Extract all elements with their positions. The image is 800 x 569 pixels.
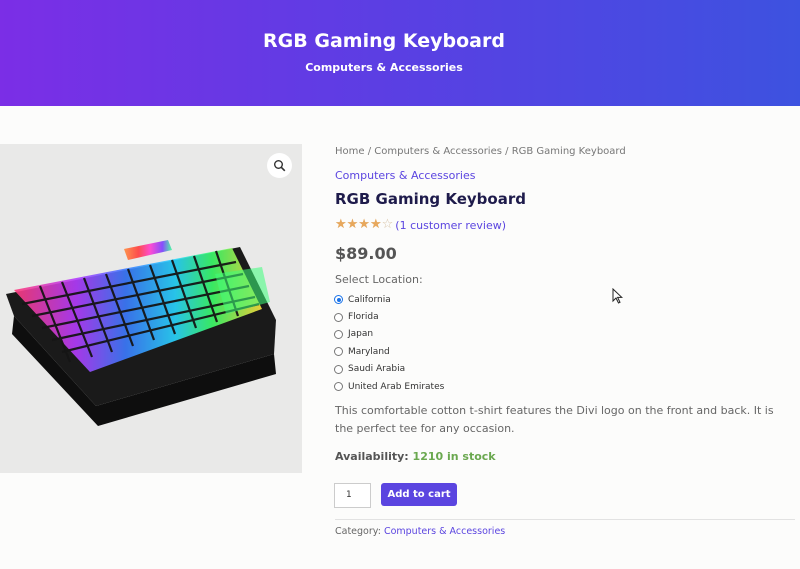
category-label: Category:	[335, 526, 381, 537]
breadcrumb-category[interactable]: Computers & Accessories	[374, 146, 502, 157]
location-option-label: Japan	[348, 329, 374, 340]
location-option-label: Maryland	[348, 346, 390, 357]
location-radio-group: California Florida Japan Maryland Saudi Arab…	[334, 291, 444, 395]
location-radio[interactable]	[334, 312, 343, 322]
page-hero: RGB Gaming Keyboard Computers & Accessor…	[0, 0, 800, 106]
location-option[interactable]: Florida	[334, 308, 444, 325]
product-image[interactable]	[0, 144, 302, 473]
location-option-label: California	[348, 294, 391, 305]
hero-subtitle: Computers & Accessories	[305, 61, 463, 74]
location-option[interactable]: United Arab Emirates	[334, 378, 444, 395]
quantity-input[interactable]: 1	[334, 483, 371, 508]
location-option[interactable]: Saudi Arabia	[334, 361, 444, 378]
product-description: This comfortable cotton t-shirt features…	[335, 404, 774, 435]
star-fill: ★★★★★	[335, 218, 382, 232]
stock-status: 1210 in stock	[412, 450, 496, 463]
location-option-label: Saudi Arabia	[348, 364, 406, 375]
add-to-cart-button[interactable]: Add to cart	[381, 483, 457, 506]
category-value-link[interactable]: Computers & Accessories	[384, 526, 505, 537]
availability: Availability: 1210 in stock	[335, 450, 496, 463]
location-radio[interactable]	[334, 329, 343, 339]
breadcrumb: Home / Computers & Accessories / RGB Gam…	[335, 146, 626, 157]
zoom-button[interactable]	[267, 153, 292, 178]
product-price: $89.00	[335, 244, 397, 263]
product-meta-category: Category: Computers & Accessories	[335, 526, 505, 537]
location-option-label: Florida	[348, 312, 379, 323]
hero-title: RGB Gaming Keyboard	[263, 30, 505, 52]
keyboard-image	[6, 240, 276, 426]
location-option[interactable]: California	[334, 291, 444, 308]
product-rating: ☆☆☆☆☆ ★★★★★ (1 customer review)	[335, 218, 506, 232]
location-radio[interactable]	[334, 295, 343, 305]
location-radio[interactable]	[334, 364, 343, 374]
breadcrumb-separator: /	[364, 146, 375, 157]
breadcrumb-current: RGB Gaming Keyboard	[511, 146, 626, 157]
location-radio[interactable]	[334, 347, 343, 357]
review-link[interactable]: (1 customer review)	[395, 219, 506, 232]
availability-label: Availability:	[335, 450, 409, 463]
location-option[interactable]: Maryland	[334, 343, 444, 360]
product-title: RGB Gaming Keyboard	[335, 190, 526, 208]
breadcrumb-separator: /	[501, 146, 512, 157]
location-radio[interactable]	[334, 382, 343, 392]
star-rating: ☆☆☆☆☆ ★★★★★	[335, 218, 393, 232]
mouse-pointer-icon	[612, 288, 623, 304]
product-category-link[interactable]: Computers & Accessories	[335, 169, 475, 182]
breadcrumb-home[interactable]: Home	[335, 146, 365, 157]
location-label: Select Location:	[335, 273, 423, 286]
location-option[interactable]: Japan	[334, 326, 444, 343]
location-option-label: United Arab Emirates	[348, 381, 445, 392]
divider	[335, 519, 795, 520]
magnifier-icon	[274, 160, 286, 172]
